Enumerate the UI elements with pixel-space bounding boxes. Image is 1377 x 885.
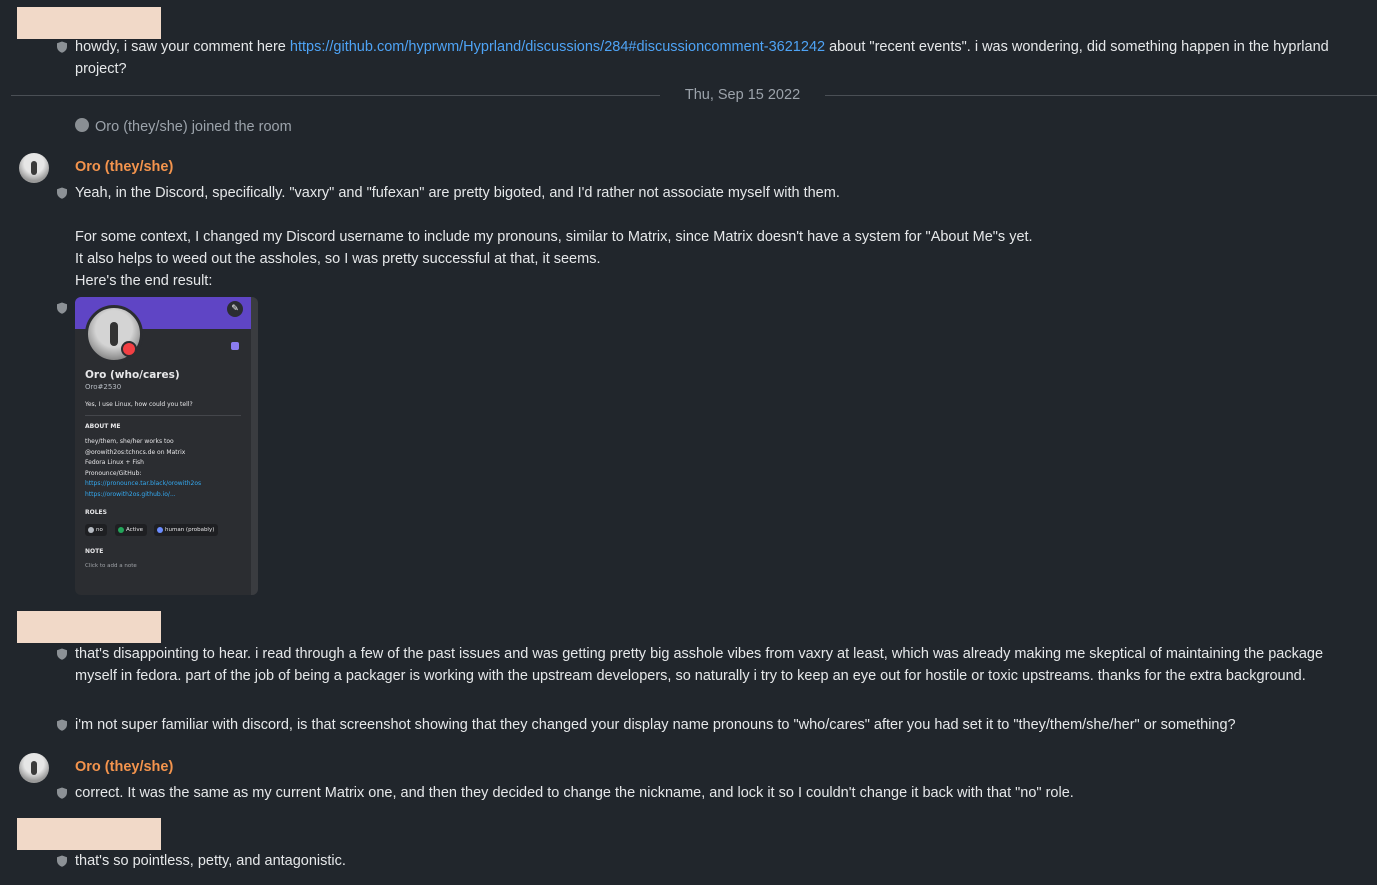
about-link: https://pronounce.tar.black/orowith2os: [85, 480, 202, 487]
status-indicator: [121, 341, 137, 357]
about-line: they/them, she/her works too: [85, 438, 174, 445]
pencil-icon: ✎: [227, 301, 243, 317]
shield-icon: [57, 787, 67, 799]
date-separator-line-left: [11, 95, 660, 96]
nitro-badge-icon: [231, 342, 239, 350]
redacted-sender: [17, 818, 161, 850]
room-timeline: howdy, i saw your comment here https://g…: [0, 0, 1377, 885]
about-line: @orowith2os:tchncs.de on Matrix: [85, 448, 186, 456]
about-link: https://orowith2os.github.io/...: [85, 490, 176, 498]
profile-display-name: Oro (who/cares): [85, 369, 180, 381]
about-heading: ABOUT ME: [85, 423, 121, 430]
role-chip: no: [85, 524, 107, 536]
note-heading: NOTE: [85, 548, 104, 555]
image-attachment[interactable]: ✎ Oro (who/cares) Oro#2530 Yes, I use Li…: [75, 297, 258, 595]
sender-name[interactable]: Oro (they/she): [75, 757, 173, 777]
about-line: Pronounce/GitHub:: [85, 469, 142, 477]
divider: [85, 415, 241, 416]
membership-event-text: Oro (they/she) joined the room: [95, 119, 292, 135]
role-chip: human (probably): [154, 524, 219, 536]
shield-icon: [57, 302, 67, 314]
shield-icon: [57, 648, 67, 660]
discussion-link[interactable]: https://github.com/hyprwm/Hyprland/discu…: [290, 39, 825, 55]
message-text: i'm not super familiar with discord, is …: [75, 717, 1236, 733]
shield-icon: [57, 719, 67, 731]
message-text: For some context, I changed my Discord u…: [75, 229, 1033, 245]
redacted-sender: [17, 7, 161, 39]
redacted-sender: [17, 611, 161, 643]
date-separator-line-right: [825, 95, 1377, 96]
profile-status: Yes, I use Linux, how could you tell?: [85, 401, 193, 408]
profile-tag: Oro#2530: [85, 383, 122, 391]
message-text: that's disappointing to hear. i read thr…: [75, 646, 1324, 684]
message-text: Yeah, in the Discord, specifically. "vax…: [75, 185, 840, 201]
roles-heading: ROLES: [85, 509, 107, 516]
about-line: Fedora Linux + Fish: [85, 459, 144, 466]
note-hint: Click to add a note: [85, 563, 137, 569]
message-text: Here's the end result:: [75, 273, 213, 289]
shield-icon: [57, 855, 67, 867]
message-text: It also helps to weed out the assholes, …: [75, 251, 601, 267]
role-chip: Active: [115, 524, 148, 536]
message-text: that's so pointless, petty, and antagoni…: [75, 853, 346, 869]
date-separator: Thu, Sep 15 2022: [684, 87, 801, 103]
sender-name[interactable]: Oro (they/she): [75, 157, 173, 177]
shield-icon: [57, 41, 67, 53]
avatar[interactable]: [19, 153, 49, 183]
shield-icon: [57, 187, 67, 199]
avatar[interactable]: [19, 753, 49, 783]
scrollbar: [251, 297, 258, 595]
message-text: correct. It was the same as my current M…: [75, 785, 1074, 801]
message-text: howdy, i saw your comment here https://g…: [75, 36, 1347, 80]
membership-event: Oro (they/she) joined the room: [75, 117, 292, 137]
message-text-prefix: howdy, i saw your comment here: [75, 39, 290, 55]
avatar[interactable]: [75, 118, 89, 132]
